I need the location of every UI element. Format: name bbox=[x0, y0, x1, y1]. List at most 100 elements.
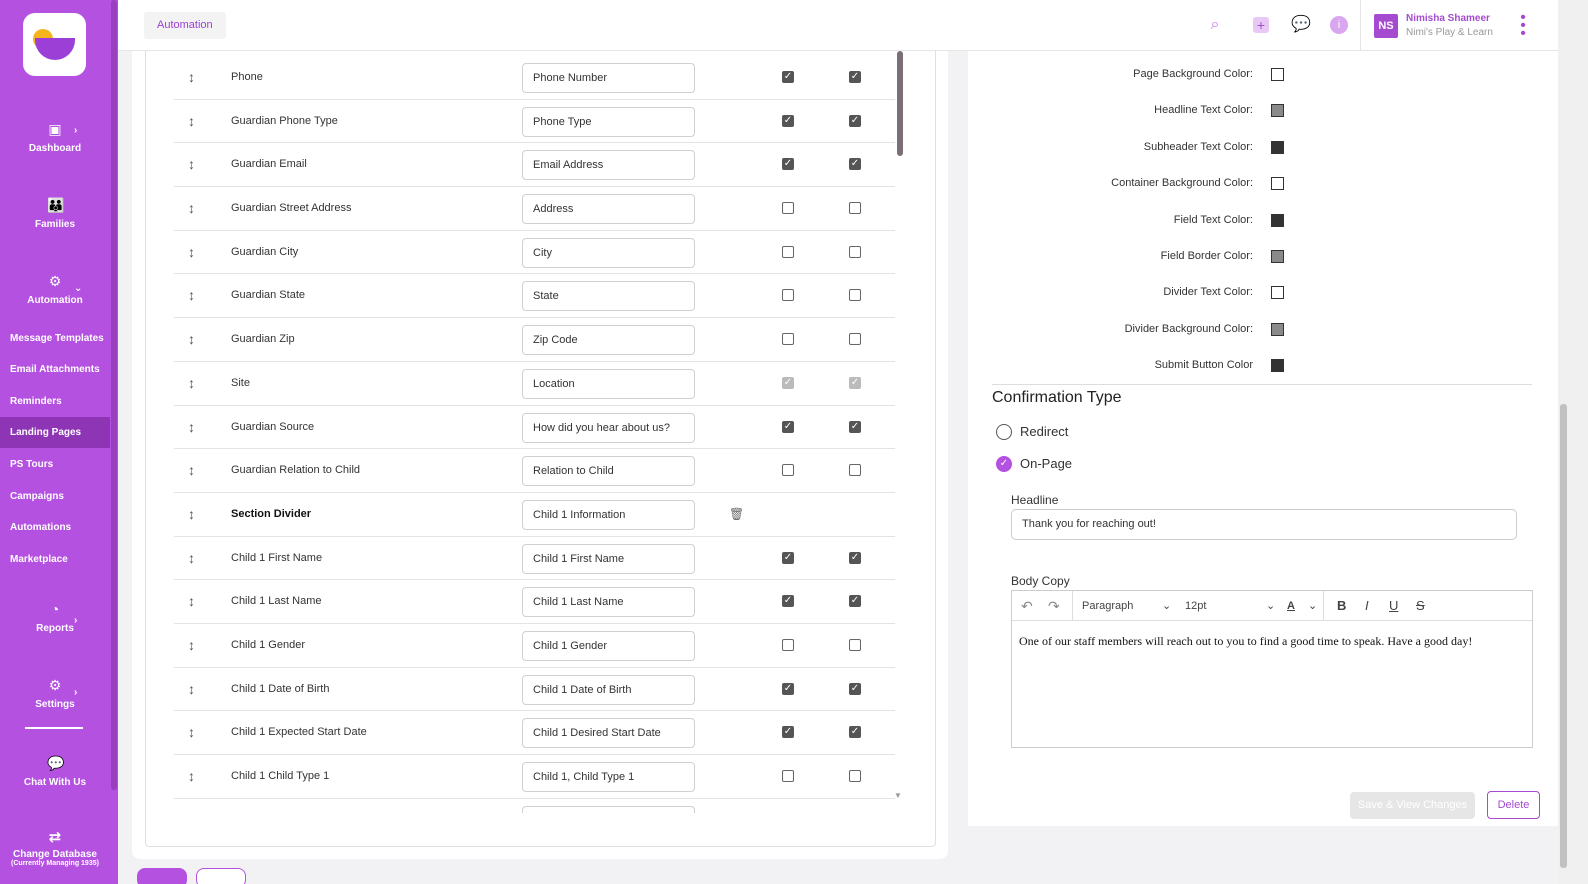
field-display-name-input[interactable]: City bbox=[522, 237, 695, 268]
field-display-name-input[interactable]: Zip Code bbox=[522, 325, 695, 356]
required-checkbox[interactable] bbox=[849, 638, 861, 651]
field-display-name-input[interactable]: Child 1 Date of Birth bbox=[522, 674, 695, 705]
drag-handle-icon[interactable]: ↕ bbox=[188, 624, 195, 667]
nav-campaigns[interactable]: Campaigns bbox=[0, 481, 110, 512]
drag-handle-icon[interactable]: ↕ bbox=[188, 100, 195, 143]
visible-checkbox[interactable]: ✓ bbox=[782, 595, 794, 608]
nav-landing-pages[interactable]: Landing Pages bbox=[0, 417, 110, 448]
italic-icon[interactable]: I bbox=[1365, 591, 1369, 621]
field-display-name-input[interactable]: Child 1, Child Type 1 bbox=[522, 762, 695, 792]
visible-checkbox[interactable]: ✓ bbox=[782, 71, 794, 83]
nav-marketplace[interactable]: Marketplace bbox=[0, 544, 110, 575]
visible-checkbox[interactable]: ✓ bbox=[782, 682, 794, 695]
drag-handle-icon[interactable]: ↕ bbox=[188, 318, 195, 361]
field-display-name-input[interactable]: Child 1 Last Name bbox=[522, 587, 695, 618]
visible-checkbox[interactable]: ✓ bbox=[782, 114, 794, 127]
visible-checkbox[interactable] bbox=[782, 638, 794, 651]
field-display-name-input[interactable]: Phone Number bbox=[522, 63, 695, 93]
nav-change-database[interactable]: ⇄ Change Database (Currently Managing 19… bbox=[0, 828, 110, 867]
sidebar-scrollbar[interactable] bbox=[111, 0, 117, 790]
trash-icon[interactable]: 🗑 bbox=[729, 507, 744, 521]
chevron-down-icon[interactable]: ⌄ bbox=[1266, 591, 1275, 621]
field-display-name-input[interactable]: Child 1 Desired Start Date bbox=[522, 718, 695, 749]
visible-checkbox[interactable] bbox=[782, 333, 794, 346]
bottom-primary-button[interactable] bbox=[137, 868, 187, 884]
field-display-name-input[interactable]: Relation to Child bbox=[522, 456, 695, 487]
redirect-label[interactable]: Redirect bbox=[1020, 424, 1068, 439]
visible-checkbox[interactable] bbox=[782, 770, 794, 782]
nav-chat[interactable]: 💬 Chat With Us bbox=[0, 755, 110, 788]
underline-icon[interactable]: U bbox=[1389, 591, 1398, 621]
info-icon[interactable]: i bbox=[1330, 16, 1348, 34]
visible-checkbox[interactable]: ✓ bbox=[782, 376, 794, 389]
nav-automation[interactable]: ⚙ ⌄ Automation bbox=[0, 273, 110, 306]
required-checkbox[interactable]: ✓ bbox=[849, 114, 861, 127]
paragraph-select[interactable]: Paragraph bbox=[1082, 591, 1133, 621]
font-size-select[interactable]: 12pt bbox=[1185, 591, 1206, 621]
color-swatch[interactable] bbox=[1271, 68, 1284, 81]
nav-automations[interactable]: Automations bbox=[0, 512, 110, 543]
visible-checkbox[interactable] bbox=[782, 245, 794, 258]
nav-dashboard[interactable]: ▣ › Dashboard bbox=[0, 121, 110, 154]
drag-handle-icon[interactable]: ↕ bbox=[188, 711, 195, 754]
required-checkbox[interactable]: ✓ bbox=[849, 420, 861, 433]
field-display-name-input[interactable]: Child 1 First Name bbox=[522, 543, 695, 574]
nav-reports[interactable]: ◔ › Reports bbox=[0, 601, 110, 634]
field-display-name-input[interactable]: Location bbox=[522, 368, 695, 399]
save-view-changes-button[interactable]: Save & View Changes bbox=[1350, 792, 1475, 819]
field-display-name-input[interactable]: How did you hear about us? bbox=[522, 412, 695, 443]
drag-handle-icon[interactable]: ↕ bbox=[188, 406, 195, 449]
color-swatch[interactable] bbox=[1271, 177, 1284, 191]
search-icon[interactable]: ⌕ bbox=[1205, 15, 1225, 35]
drag-handle-icon[interactable]: ↕ bbox=[188, 668, 195, 711]
redirect-radio[interactable] bbox=[996, 424, 1012, 440]
chevron-down-icon[interactable]: ⌄ bbox=[1308, 591, 1317, 621]
delete-button[interactable]: Delete bbox=[1487, 791, 1540, 819]
strikethrough-icon[interactable]: S bbox=[1416, 591, 1425, 621]
color-swatch[interactable] bbox=[1271, 250, 1284, 263]
required-checkbox[interactable]: ✓ bbox=[849, 726, 861, 739]
required-checkbox[interactable]: ✓ bbox=[849, 158, 861, 171]
undo-icon[interactable]: ↶ bbox=[1021, 591, 1033, 621]
nav-email-attachments[interactable]: Email Attachments bbox=[0, 354, 110, 385]
add-icon[interactable]: + bbox=[1253, 17, 1269, 33]
drag-handle-icon[interactable]: ↕ bbox=[188, 143, 195, 186]
nav-families[interactable]: 👪 Families bbox=[0, 197, 110, 230]
required-checkbox[interactable] bbox=[849, 333, 861, 346]
field-display-name-input[interactable]: Child 1 Information bbox=[522, 499, 695, 530]
visible-checkbox[interactable] bbox=[782, 464, 794, 477]
required-checkbox[interactable] bbox=[849, 770, 861, 782]
app-logo[interactable] bbox=[23, 13, 86, 76]
scroll-down-icon[interactable]: ▼ bbox=[894, 791, 902, 800]
visible-checkbox[interactable]: ✓ bbox=[782, 158, 794, 171]
nav-message-templates[interactable]: Message Templates bbox=[0, 323, 110, 354]
chat-icon[interactable]: 💬 bbox=[1291, 15, 1311, 35]
text-color-icon[interactable]: A bbox=[1287, 591, 1295, 621]
field-display-name-input[interactable] bbox=[522, 805, 695, 813]
drag-handle-icon[interactable]: ↕ bbox=[188, 56, 195, 99]
drag-handle-icon[interactable]: ↕ bbox=[188, 493, 195, 536]
bold-icon[interactable]: B bbox=[1337, 591, 1346, 621]
field-display-name-input[interactable]: Child 1 Gender bbox=[522, 630, 695, 661]
color-swatch[interactable] bbox=[1271, 359, 1284, 373]
fields-scrollbar[interactable] bbox=[897, 51, 903, 156]
color-swatch[interactable] bbox=[1271, 322, 1284, 336]
drag-handle-icon[interactable]: ↕ bbox=[188, 537, 195, 580]
visible-checkbox[interactable]: ✓ bbox=[782, 420, 794, 433]
bottom-secondary-button[interactable] bbox=[196, 868, 246, 884]
drag-handle-icon[interactable]: ↕ bbox=[188, 231, 195, 274]
required-checkbox[interactable]: ✓ bbox=[849, 71, 861, 83]
onpage-label[interactable]: On-Page bbox=[1020, 456, 1072, 471]
required-checkbox[interactable] bbox=[849, 202, 861, 215]
body-copy-editor[interactable]: ↶ ↷ Paragraph ⌄ 12pt ⌄ A ⌄ B I U S One o… bbox=[1011, 590, 1533, 748]
drag-handle-icon[interactable]: ↕ bbox=[188, 187, 195, 230]
required-checkbox[interactable]: ✓ bbox=[849, 682, 861, 695]
color-swatch[interactable] bbox=[1271, 286, 1284, 300]
breadcrumb[interactable]: Automation bbox=[144, 12, 226, 39]
visible-checkbox[interactable]: ✓ bbox=[782, 551, 794, 564]
drag-handle-icon[interactable]: ↕ bbox=[188, 449, 195, 492]
color-swatch[interactable] bbox=[1271, 104, 1284, 118]
drag-handle-icon[interactable]: ↕ bbox=[188, 362, 195, 405]
field-display-name-input[interactable]: State bbox=[522, 281, 695, 312]
drag-handle-icon[interactable]: ↕ bbox=[188, 580, 195, 623]
